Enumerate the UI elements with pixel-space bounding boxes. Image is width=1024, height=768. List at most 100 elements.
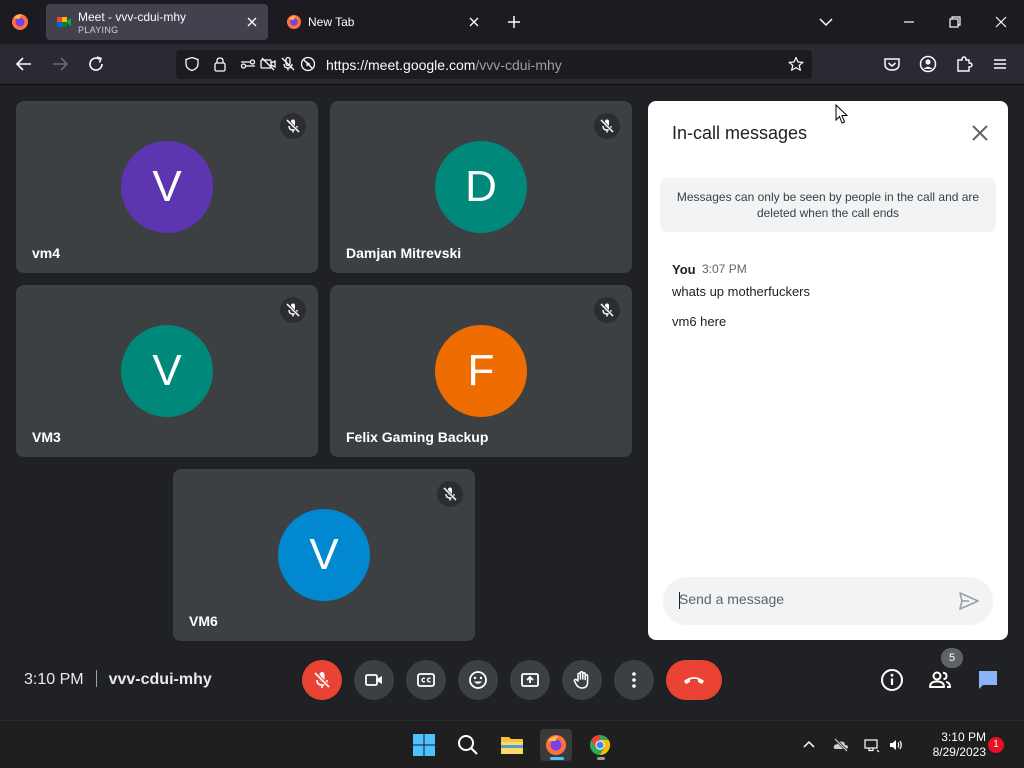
participant-name: Damjan Mitrevski bbox=[346, 245, 462, 261]
message-text: whats up motherfuckers bbox=[672, 284, 811, 299]
mic-off-icon bbox=[313, 671, 331, 689]
account-icon[interactable] bbox=[919, 55, 937, 73]
meeting-details-info-icon[interactable] bbox=[880, 668, 904, 692]
tab-meet[interactable]: Meet - vvv-cdui-mhy PLAYING bbox=[46, 4, 268, 40]
participant-tile[interactable]: V vm4 bbox=[16, 101, 318, 273]
minimize-icon[interactable] bbox=[901, 14, 917, 30]
permissions-icon[interactable] bbox=[240, 56, 256, 72]
extensions-puzzle-icon[interactable] bbox=[955, 55, 973, 73]
tab-playing-label: PLAYING bbox=[78, 25, 119, 35]
mic-off-icon bbox=[599, 302, 615, 318]
participant-tile[interactable]: V VM3 bbox=[16, 285, 318, 457]
mouse-cursor-icon bbox=[835, 104, 849, 124]
message-timestamp: 3:07 PM bbox=[702, 262, 747, 276]
send-message-input[interactable] bbox=[679, 591, 939, 607]
tab-title: New Tab bbox=[308, 15, 355, 29]
list-all-tabs-chevron-icon[interactable] bbox=[818, 14, 834, 30]
microphone-toggle-button[interactable] bbox=[302, 660, 342, 700]
onedrive-offline-icon[interactable] bbox=[833, 737, 849, 753]
present-screen-icon bbox=[521, 673, 539, 687]
camera-blocked-icon[interactable] bbox=[260, 56, 276, 72]
chat-privacy-notice: Messages can only be seen by people in t… bbox=[660, 178, 996, 232]
mic-off-icon bbox=[599, 118, 615, 134]
folder-icon bbox=[501, 737, 523, 754]
mic-off-icon bbox=[442, 486, 458, 502]
close-icon[interactable] bbox=[968, 121, 992, 145]
back-arrow-icon[interactable] bbox=[15, 55, 33, 73]
muted-indicator bbox=[280, 113, 306, 139]
reload-icon[interactable] bbox=[87, 55, 105, 73]
firefox-favicon-icon bbox=[287, 15, 301, 29]
participant-name: VM6 bbox=[189, 613, 218, 629]
chrome-taskbar-button[interactable] bbox=[584, 729, 616, 761]
search-button[interactable] bbox=[452, 729, 484, 761]
mic-off-icon bbox=[285, 118, 301, 134]
bookmark-star-icon[interactable] bbox=[788, 56, 804, 72]
panel-title: In-call messages bbox=[672, 123, 808, 143]
pocket-icon[interactable] bbox=[883, 55, 901, 73]
text-caret bbox=[679, 592, 680, 609]
present-screen-button[interactable] bbox=[510, 660, 550, 700]
tracking-protection-shield-icon[interactable] bbox=[184, 56, 200, 72]
taskbar-clock[interactable]: 3:10 PM 8/29/2023 bbox=[918, 730, 986, 760]
mic-off-icon bbox=[285, 302, 301, 318]
emoji-smile-icon bbox=[469, 671, 487, 689]
microphone-blocked-icon[interactable] bbox=[280, 56, 296, 72]
captions-button[interactable] bbox=[406, 660, 446, 700]
clock-time: 3:10 PM bbox=[941, 730, 986, 744]
meeting-code: vvv-cdui-mhy bbox=[108, 671, 212, 688]
participant-tile[interactable]: F Felix Gaming Backup bbox=[330, 285, 632, 457]
browser-nav-bar: https://meet.google.com/vvv-cdui-mhy bbox=[0, 44, 1024, 85]
firefox-view-icon[interactable] bbox=[10, 12, 30, 32]
reactions-button[interactable] bbox=[458, 660, 498, 700]
url-bar[interactable]: https://meet.google.com/vvv-cdui-mhy bbox=[176, 50, 812, 79]
message-input-box[interactable] bbox=[663, 577, 993, 625]
show-hidden-icons-chevron-icon[interactable] bbox=[801, 737, 817, 753]
firefox-icon bbox=[546, 735, 566, 755]
camera-toggle-button[interactable] bbox=[354, 660, 394, 700]
video-camera-icon bbox=[365, 674, 382, 686]
more-vertical-icon bbox=[632, 672, 636, 688]
url-host: https://meet.google.com bbox=[326, 57, 476, 73]
volume-icon[interactable] bbox=[888, 737, 904, 753]
url-path: /vvv-cdui-mhy bbox=[475, 57, 562, 73]
more-options-button[interactable] bbox=[614, 660, 654, 700]
lock-icon[interactable] bbox=[212, 56, 228, 72]
chat-icon[interactable] bbox=[976, 668, 1000, 692]
notification-badge[interactable]: 1 bbox=[988, 737, 1004, 753]
close-window-icon[interactable] bbox=[993, 14, 1009, 30]
url-text[interactable]: https://meet.google.com/vvv-cdui-mhy bbox=[326, 57, 562, 73]
restore-icon[interactable] bbox=[947, 14, 963, 30]
file-explorer-button[interactable] bbox=[496, 729, 528, 761]
avatar: V bbox=[121, 141, 213, 233]
firefox-taskbar-button[interactable] bbox=[540, 729, 572, 761]
hamburger-menu-icon[interactable] bbox=[991, 55, 1009, 73]
leave-call-button[interactable] bbox=[666, 660, 722, 700]
participant-tile[interactable]: V VM6 bbox=[173, 469, 475, 641]
network-icon[interactable] bbox=[864, 737, 880, 753]
raise-hand-button[interactable] bbox=[562, 660, 602, 700]
message-text: vm6 here bbox=[672, 314, 727, 329]
muted-indicator bbox=[437, 481, 463, 507]
participant-tile[interactable]: D Damjan Mitrevski bbox=[330, 101, 632, 273]
participant-count-badge: 5 bbox=[941, 648, 963, 668]
active-app-indicator bbox=[550, 757, 564, 760]
tab-new-tab[interactable]: New Tab bbox=[276, 4, 490, 40]
send-icon[interactable] bbox=[957, 589, 981, 613]
running-app-indicator bbox=[597, 757, 605, 760]
forward-arrow-icon[interactable] bbox=[51, 55, 69, 73]
message-sender: You bbox=[672, 262, 696, 277]
participant-name: Felix Gaming Backup bbox=[346, 429, 489, 445]
avatar: F bbox=[435, 325, 527, 417]
start-button[interactable] bbox=[408, 729, 440, 761]
close-tab-icon[interactable] bbox=[244, 14, 260, 30]
search-icon bbox=[458, 735, 478, 755]
closed-captions-icon bbox=[417, 673, 435, 687]
meeting-details: 3:10 PM vvv-cdui-mhy bbox=[24, 670, 212, 689]
autoplay-blocked-icon[interactable] bbox=[300, 56, 316, 72]
close-tab-icon[interactable] bbox=[466, 14, 482, 30]
windows-logo-icon bbox=[413, 734, 435, 756]
new-tab-plus-icon[interactable] bbox=[506, 14, 522, 30]
people-icon[interactable] bbox=[928, 668, 952, 692]
participant-name: VM3 bbox=[32, 429, 61, 445]
